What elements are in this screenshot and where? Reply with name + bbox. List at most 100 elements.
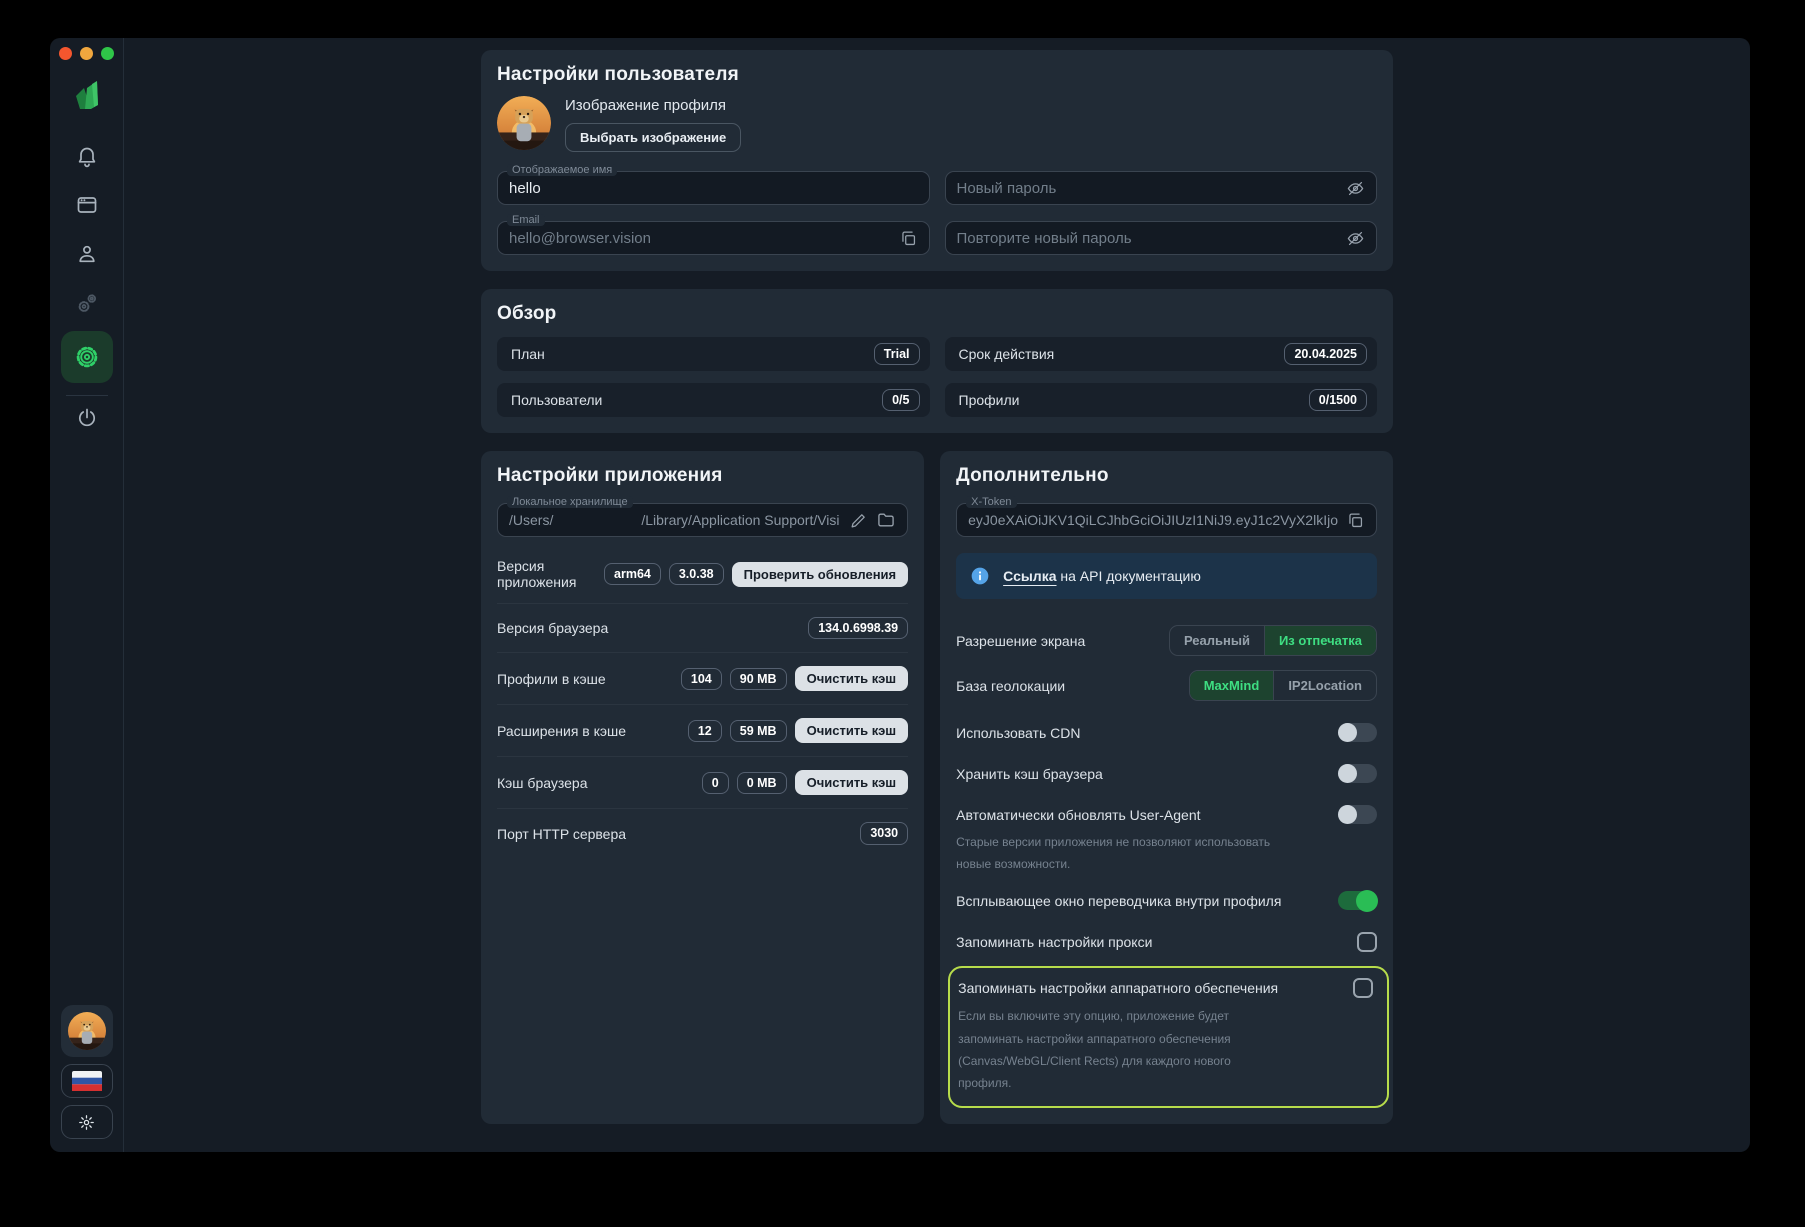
email-field: Email	[497, 214, 930, 255]
app-version-badge: 3.0.38	[668, 562, 724, 586]
remember-proxy-row: Запоминать настройки прокси	[956, 932, 1377, 953]
app-version-row: Версия приложения arm64 3.0.38 Проверить…	[497, 545, 909, 603]
settings-gear-icon-active[interactable]	[60, 331, 113, 383]
api-docs-banner: Ссылка на API документацию	[956, 553, 1377, 599]
ua-autoupdate-toggle-row: Автоматически обновлять User-Agent	[956, 805, 1377, 824]
profiles-cache-count-badge: 104	[680, 667, 722, 691]
profile-person-icon[interactable]	[75, 242, 99, 266]
info-icon	[971, 567, 989, 585]
remember-hardware-checkbox[interactable]	[1353, 978, 1373, 999]
user-settings-title: Настройки пользователя	[497, 64, 739, 85]
overview-row-expiry: Срок действия 20.04.2025	[944, 337, 1377, 371]
users-count-badge: 0/5	[882, 388, 920, 412]
profiles-cache-size-badge: 90 MB	[729, 667, 787, 691]
eye-slash-icon[interactable]	[1346, 229, 1365, 248]
choose-image-button[interactable]: Выбрать изображение	[565, 123, 742, 152]
language-selector-button[interactable]	[60, 1064, 113, 1098]
geo-db-segmented: MaxMind IP2Location	[1188, 670, 1377, 701]
notifications-bell-icon[interactable]	[75, 144, 99, 168]
expiry-badge: 20.04.2025	[1284, 342, 1367, 366]
sidebar-user-avatar[interactable]	[60, 1005, 113, 1057]
ua-autoupdate-description: Старые версии приложения не позволяют ис…	[956, 835, 1271, 872]
x-token-value: eyJ0eXAiOiJKV1QiLCJhbGciOiJIUzI1NiJ9.eyJ…	[968, 512, 1338, 528]
clear-extensions-cache-button[interactable]: Очистить кэш	[794, 718, 909, 744]
display-name-field: Отображаемое имя	[497, 164, 930, 205]
x-token-label: X-Token	[966, 496, 1017, 508]
new-password-field	[944, 171, 1377, 205]
folder-icon[interactable]	[876, 510, 896, 530]
minimize-window-button[interactable]	[80, 47, 93, 60]
app-settings-card: Настройки приложения Локальное хранилище…	[481, 451, 925, 1125]
new-password-input[interactable]	[956, 179, 1338, 197]
remember-hardware-highlight-box: Запоминать настройки аппаратного обеспеч…	[948, 966, 1389, 1109]
sun-icon	[79, 1114, 94, 1130]
copy-icon[interactable]	[1346, 511, 1365, 530]
browser-window-icon[interactable]	[75, 193, 99, 217]
clear-browser-cache-button[interactable]: Очистить кэш	[794, 770, 909, 796]
user-settings-card: Настройки пользователя Изображение профи…	[481, 50, 1393, 271]
http-port-row: Порт HTTP сервера 3030	[497, 808, 909, 857]
email-input[interactable]	[509, 229, 891, 247]
remember-hardware-description: Если вы включите эту опцию, приложение б…	[958, 1009, 1231, 1090]
automation-gears-icon[interactable]	[75, 291, 99, 315]
geo-option-ip2location[interactable]: IP2Location	[1273, 671, 1376, 700]
extensions-cache-row: Расширения в кэше 12 59 MB Очистить кэш	[497, 704, 909, 756]
russia-flag-icon	[71, 1071, 102, 1091]
overview-title: Обзор	[497, 303, 557, 324]
ua-autoupdate-toggle[interactable]	[1338, 805, 1377, 824]
copy-icon[interactable]	[899, 229, 918, 248]
resolution-option-real[interactable]: Реальный	[1170, 626, 1264, 655]
browser-cache-size-badge: 0 MB	[736, 771, 787, 795]
window-traffic-lights	[59, 47, 114, 60]
display-name-input[interactable]	[509, 179, 918, 197]
sidebar	[50, 38, 124, 1152]
app-window: Настройки пользователя Изображение профи…	[50, 38, 1750, 1152]
browser-version-badge: 134.0.6998.39	[808, 617, 909, 640]
check-updates-button[interactable]: Проверить обновления	[731, 561, 909, 587]
display-name-label: Отображаемое имя	[507, 164, 618, 176]
app-logo-icon	[67, 74, 107, 119]
edit-pencil-icon[interactable]	[849, 511, 868, 530]
power-icon[interactable]	[75, 406, 99, 430]
sidebar-divider	[65, 395, 108, 396]
email-label: Email	[507, 214, 545, 226]
plan-badge: Trial	[873, 342, 920, 366]
translator-popup-toggle-row: Всплывающее окно переводчика внутри проф…	[956, 889, 1378, 912]
overview-row-profiles: Профили 0/1500	[944, 383, 1377, 417]
geo-db-row: База геолокации MaxMind IP2Location	[956, 670, 1377, 701]
main-content: Настройки пользователя Изображение профи…	[124, 38, 1750, 1152]
screen-resolution-row: Разрешение экрана Реальный Из отпечатка	[956, 625, 1377, 656]
browser-version-row: Версия браузера 134.0.6998.39	[497, 603, 909, 652]
user-avatar-image	[67, 1012, 106, 1050]
local-storage-path: /Users/ /Library/Application Support/Vis…	[509, 512, 840, 528]
profile-avatar	[497, 96, 551, 150]
clear-profiles-cache-button[interactable]: Очистить кэш	[794, 666, 909, 692]
advanced-title: Дополнительно	[956, 465, 1109, 486]
cdn-toggle[interactable]	[1338, 723, 1377, 742]
repeat-password-input[interactable]	[956, 229, 1338, 247]
http-port-badge: 3030	[860, 822, 909, 845]
profiles-cache-row: Профили в кэше 104 90 MB Очистить кэш	[497, 652, 909, 704]
translator-popup-toggle[interactable]	[1338, 889, 1378, 912]
cdn-toggle-row: Использовать CDN	[956, 723, 1377, 742]
extensions-cache-size-badge: 59 MB	[729, 719, 787, 743]
ua-autoupdate-section: Автоматически обновлять User-Agent Стары…	[956, 805, 1377, 875]
theme-toggle-button[interactable]	[60, 1105, 113, 1139]
keep-cache-toggle[interactable]	[1338, 764, 1377, 783]
resolution-option-fingerprint[interactable]: Из отпечатка	[1263, 626, 1376, 655]
extensions-cache-count-badge: 12	[687, 719, 722, 743]
geo-option-maxmind[interactable]: MaxMind	[1189, 671, 1274, 700]
arch-badge: arm64	[604, 562, 661, 586]
overview-row-users: Пользователи 0/5	[497, 383, 930, 417]
overview-card: Обзор План Trial Срок действия 20.04.202…	[481, 289, 1393, 433]
repeat-password-field	[944, 221, 1377, 255]
zoom-window-button[interactable]	[101, 47, 114, 60]
local-storage-field: Локальное хранилище /Users/ /Library/App…	[497, 496, 909, 537]
overview-row-plan: План Trial	[497, 337, 930, 371]
close-window-button[interactable]	[59, 47, 72, 60]
remember-proxy-checkbox[interactable]	[1357, 932, 1377, 953]
profile-image-label: Изображение профиля	[565, 97, 727, 114]
eye-slash-icon[interactable]	[1346, 179, 1365, 198]
api-docs-link[interactable]: Ссылка	[1003, 568, 1056, 584]
x-token-field: X-Token eyJ0eXAiOiJKV1QiLCJhbGciOiJIUzI1…	[956, 496, 1377, 537]
